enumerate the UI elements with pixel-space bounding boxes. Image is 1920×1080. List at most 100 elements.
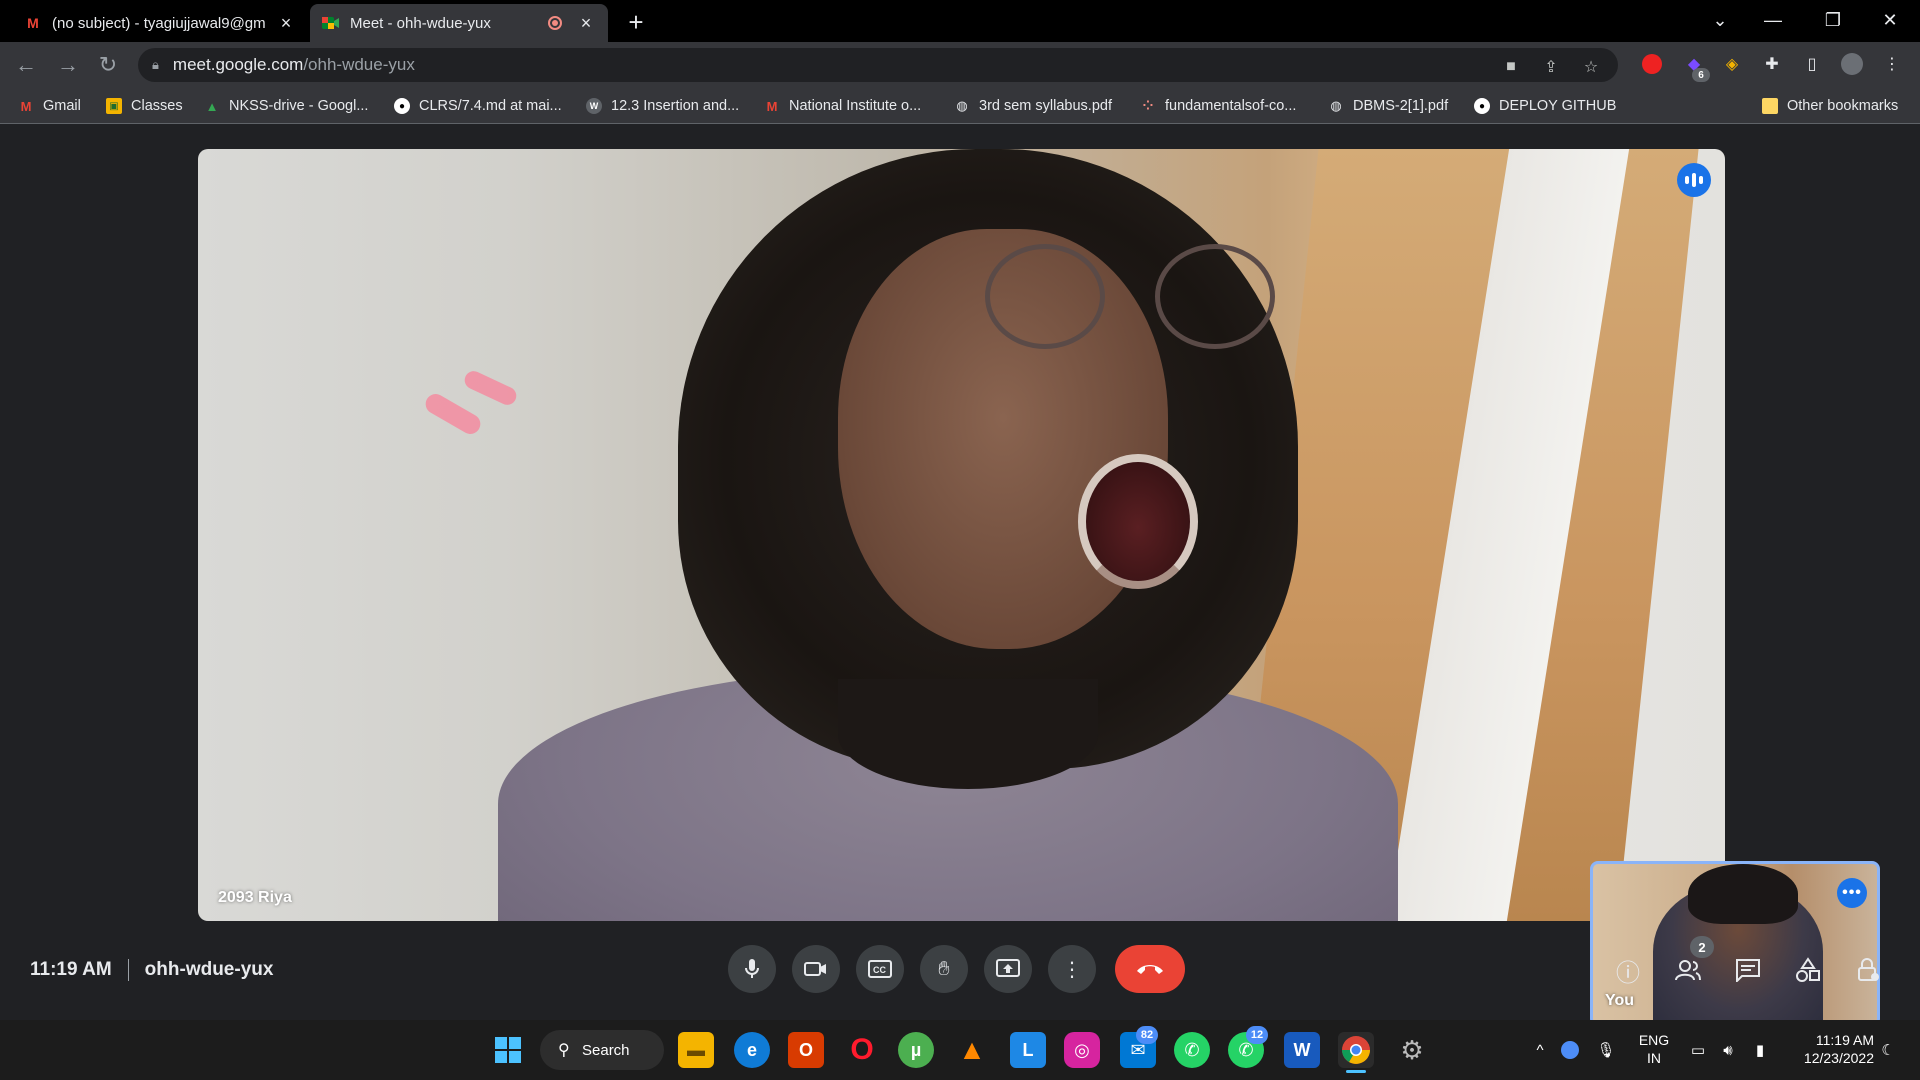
forward-icon[interactable]: → — [52, 49, 84, 81]
chrome-icon[interactable] — [1338, 1032, 1374, 1068]
camera-in-use-icon[interactable]: ■ — [1498, 54, 1524, 80]
present-icon — [996, 959, 1020, 977]
browser-toolbar: ← → ↻ 🔒︎ meet.google.com/ohh-wdue-yux ■ … — [0, 42, 1920, 88]
bookmark-dbms[interactable]: ◍ DBMS-2[1].pdf — [1328, 96, 1448, 116]
clock-app-icon[interactable] — [1558, 1038, 1582, 1062]
chat-button[interactable] — [1728, 950, 1768, 990]
profile-avatar[interactable] — [1838, 50, 1866, 78]
github-icon: ● — [1474, 98, 1490, 114]
bookmark-deploy-github[interactable]: ● DEPLOY GITHUB — [1474, 96, 1616, 116]
more-options-button[interactable]: ⋮ — [1048, 945, 1096, 993]
main-participant-video[interactable]: 2093 Riya — [198, 149, 1725, 921]
edge-icon[interactable]: e — [734, 1032, 770, 1068]
participant-mouth — [1078, 454, 1198, 589]
bookmark-nkss-drive[interactable]: ▲ NKSS-drive - Googl... — [204, 96, 369, 116]
lock-person-icon — [1858, 958, 1879, 981]
file-explorer-icon[interactable]: ▬ — [678, 1032, 714, 1068]
microphone-button[interactable] — [728, 945, 776, 993]
tray-microphone-icon[interactable]: 🎙︎ — [1594, 1038, 1618, 1062]
new-tab-button[interactable]: + — [622, 7, 650, 37]
system-clock[interactable]: 11:19 AM 12/23/2022 — [1784, 1031, 1874, 1067]
office-icon[interactable]: O — [788, 1032, 824, 1068]
extension-color-icon[interactable]: ◈ — [1718, 50, 1746, 78]
meeting-details-button[interactable]: ⓘ — [1608, 950, 1648, 990]
participant-collar — [838, 679, 1098, 789]
active-app-indicator — [1346, 1070, 1366, 1073]
bookmark-label: CLRS/7.4.md at mai... — [419, 98, 562, 114]
reload-icon[interactable]: ↻ — [92, 49, 124, 81]
back-icon[interactable]: ← — [10, 49, 42, 81]
self-view-tile[interactable]: ••• You — [1590, 861, 1880, 1027]
more-vertical-icon: ⋮ — [1062, 958, 1082, 981]
url-host: meet.google.com — [172, 55, 304, 74]
present-screen-button[interactable] — [984, 945, 1032, 993]
whatsapp-icon[interactable]: ✆ — [1174, 1032, 1210, 1068]
network-icon[interactable]: ▭ — [1686, 1038, 1710, 1062]
l-app-icon[interactable]: L — [1010, 1032, 1046, 1068]
gmail-icon: M — [27, 15, 39, 31]
camera-icon — [804, 962, 826, 976]
volume-icon[interactable]: 🔊︎ — [1716, 1038, 1740, 1062]
bookmark-label: NKSS-drive - Googl... — [229, 98, 369, 114]
windows-start-icon[interactable] — [490, 1032, 526, 1068]
meeting-clock: 11:19 AM — [30, 959, 112, 980]
leave-call-button[interactable] — [1115, 945, 1185, 993]
close-tab-button[interactable]: × — [276, 13, 296, 33]
bookmark-label: DEPLOY GITHUB — [1499, 98, 1617, 114]
bookmark-gmail[interactable]: M Gmail — [18, 96, 81, 116]
drive-icon: ▲ — [205, 98, 219, 114]
utorrent-icon[interactable]: µ — [898, 1032, 934, 1068]
self-hair — [1688, 864, 1798, 924]
language-code: ENG — [1638, 1032, 1670, 1048]
side-panel-icon[interactable]: ▯ — [1798, 50, 1826, 78]
meeting-info: 11:19 AM ohh-wdue-yux — [30, 957, 273, 983]
restore-button[interactable]: ❐ — [1813, 6, 1853, 34]
close-tab-button[interactable]: × — [576, 13, 596, 33]
browser-menu-icon[interactable]: ⋮ — [1878, 50, 1906, 78]
background-mark — [461, 368, 520, 408]
address-bar[interactable]: 🔒︎ meet.google.com/ohh-wdue-yux ■ ⇪ ☆ — [138, 48, 1618, 82]
captions-icon: CC — [868, 960, 892, 978]
tab-search-button[interactable]: ⌄ — [1700, 6, 1740, 34]
adblock-icon[interactable] — [1638, 50, 1666, 78]
extensions-puzzle-icon[interactable]: ✚ — [1758, 50, 1786, 78]
github-icon: ● — [394, 98, 410, 114]
tray-overflow-icon[interactable]: ^ — [1528, 1038, 1552, 1062]
bookmark-clrs[interactable]: ● CLRS/7.4.md at mai... — [394, 96, 562, 116]
bookmark-star-icon[interactable]: ☆ — [1578, 54, 1604, 80]
bookmark-fundamentals[interactable]: ⁘ fundamentalsof-co... — [1140, 96, 1297, 116]
bookmark-insertion[interactable]: W 12.3 Insertion and... — [586, 96, 739, 116]
tab-gmail[interactable]: M (no subject) - tyagiujjawal9@gm × — [12, 4, 308, 42]
share-icon[interactable]: ⇪ — [1538, 54, 1564, 80]
camera-button[interactable] — [792, 945, 840, 993]
taskbar-search[interactable]: ⚲ Search — [540, 1030, 664, 1070]
vlc-icon[interactable]: ▲ — [954, 1032, 990, 1068]
minimize-button[interactable]: — — [1753, 6, 1793, 34]
word-icon[interactable]: W — [1284, 1032, 1320, 1068]
opera-icon[interactable]: O — [844, 1032, 880, 1068]
window-close-button[interactable]: ✕ — [1870, 6, 1910, 34]
battery-icon[interactable]: ▮ — [1748, 1038, 1772, 1062]
recording-icon — [548, 16, 562, 30]
settings-gear-icon[interactable]: ⚙ — [1394, 1032, 1430, 1068]
region-code: IN — [1647, 1050, 1661, 1066]
language-indicator[interactable]: ENG IN — [1636, 1031, 1672, 1067]
captions-button[interactable]: CC — [856, 945, 904, 993]
self-tile-more-options-button[interactable]: ••• — [1837, 878, 1867, 908]
bookmarks-bar: M Gmail ▣ Classes ▲ NKSS-drive - Googl... ●… — [0, 88, 1920, 124]
instagram-icon[interactable]: ◎ — [1064, 1032, 1100, 1068]
meet-icon — [322, 14, 340, 32]
mail-badge: 82 — [1136, 1026, 1158, 1044]
tab-meet[interactable]: Meet - ohh-wdue-yux × — [310, 4, 608, 42]
raise-hand-button[interactable]: ✋︎ — [920, 945, 968, 993]
host-controls-button[interactable] — [1848, 950, 1888, 990]
other-bookmarks[interactable]: Other bookmarks — [1762, 96, 1898, 116]
focus-moon-icon[interactable]: ☾ — [1876, 1038, 1900, 1062]
tab-title: Meet - ohh-wdue-yux — [350, 14, 491, 32]
bookmark-national-institute[interactable]: M National Institute o... — [764, 96, 922, 116]
web-icon: W — [586, 98, 602, 114]
bookmark-classes[interactable]: ▣ Classes — [106, 96, 183, 116]
bookmark-syllabus[interactable]: ◍ 3rd sem syllabus.pdf — [954, 96, 1112, 116]
extension-badge: 6 — [1692, 68, 1710, 82]
activities-button[interactable] — [1788, 950, 1828, 990]
